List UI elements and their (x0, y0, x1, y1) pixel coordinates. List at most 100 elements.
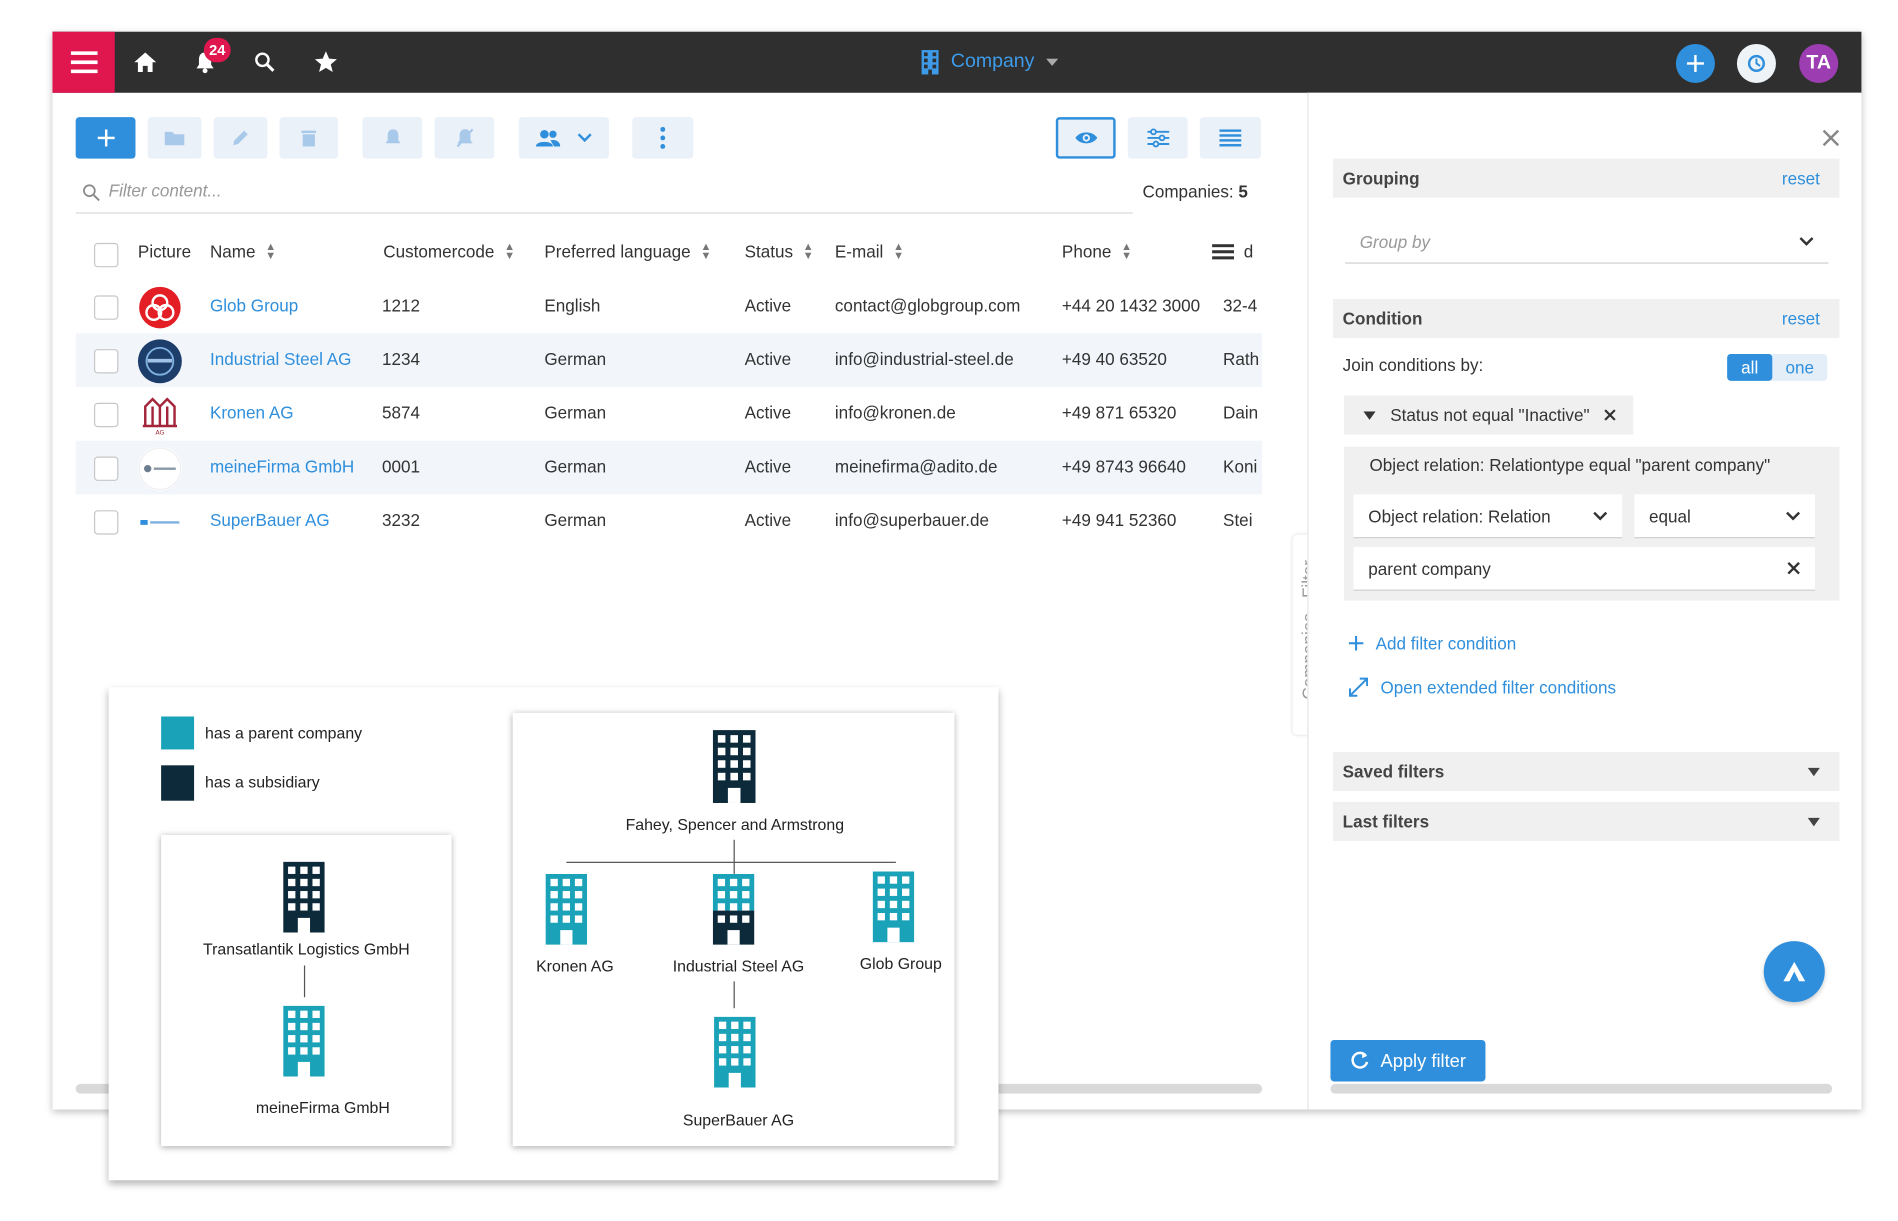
row-checkbox[interactable] (93, 295, 119, 320)
filter-input[interactable]: Filter content... (109, 181, 222, 201)
org-node-label: Industrial Steel AG (672, 956, 805, 976)
more-button[interactable] (632, 117, 694, 159)
connector-line (733, 839, 735, 862)
menu-button[interactable] (52, 31, 115, 93)
column-header-status[interactable]: Status ▲ ▼ (745, 241, 814, 261)
address: Dain (1223, 402, 1259, 423)
contacts-dropdown[interactable] (518, 117, 610, 159)
building-icon (712, 730, 756, 809)
operator-select-value: equal (1649, 505, 1691, 526)
row-checkbox[interactable] (93, 402, 119, 428)
star-icon[interactable] (312, 49, 339, 76)
operator-select[interactable]: equal (1634, 494, 1816, 539)
row-checkbox[interactable] (93, 510, 119, 535)
column-header-customercode[interactable]: Customercode ▲ ▼ (383, 241, 515, 262)
row-checkbox[interactable] (93, 349, 119, 374)
assistant-button[interactable] (1763, 941, 1825, 1003)
legend-label-parent: has a parent company (205, 723, 363, 743)
org-node-label: Fahey, Spencer and Armstrong (625, 815, 845, 834)
status: Active (744, 402, 792, 423)
phone: +49 8743 96640 (1061, 456, 1186, 477)
customer-code: 1212 (382, 295, 421, 315)
users-icon (535, 129, 561, 147)
column-label: E-mail (834, 241, 884, 262)
company-logo (137, 500, 182, 545)
column-header-picture[interactable]: Picture (138, 242, 191, 262)
value-input[interactable]: parent company (1353, 546, 1816, 591)
company-name-link[interactable]: meineFirma GmbH (210, 457, 354, 477)
sort-icon: ▲ ▼ (893, 240, 904, 262)
filter-settings-button[interactable] (1127, 117, 1188, 159)
user-avatar[interactable]: TA (1799, 43, 1839, 84)
customer-code: 3232 (382, 510, 421, 530)
apply-filter-label: Apply filter (1380, 1050, 1466, 1072)
search-icon[interactable] (251, 49, 278, 76)
column-menu[interactable]: d (1212, 241, 1254, 262)
sort-icon: ▲ ▼ (1121, 240, 1132, 262)
column-header-email[interactable]: E-mail ▲ ▼ (834, 240, 904, 262)
remove-icon[interactable] (1604, 409, 1616, 421)
close-icon[interactable] (1822, 129, 1840, 147)
column-menu-icon (1212, 243, 1235, 259)
company-name-link[interactable]: SuperBauer AG (210, 510, 330, 530)
company-name-link[interactable]: Industrial Steel AG (210, 349, 352, 369)
field-select-value: Object relation: Relation (1368, 505, 1551, 526)
condition-reset-link[interactable]: reset (1782, 309, 1820, 329)
delete-button[interactable] (279, 117, 339, 159)
apply-filter-button[interactable]: Apply filter (1330, 1039, 1486, 1082)
join-one-option[interactable]: one (1772, 354, 1827, 381)
context-switcher[interactable]: Company (921, 48, 1059, 77)
edit-button[interactable] (213, 117, 268, 159)
building-icon (712, 873, 755, 951)
column-header-phone[interactable]: Phone ▲ ▼ (1062, 240, 1132, 262)
row-checkbox[interactable] (93, 456, 119, 481)
join-all-option[interactable]: all (1727, 353, 1773, 381)
join-toggle[interactable]: all one (1727, 353, 1828, 381)
add-filter-condition-link[interactable]: Add filter condition (1348, 633, 1516, 653)
home-icon[interactable] (132, 49, 159, 76)
record-count: Companies: 5 (1142, 182, 1247, 202)
caret-down-icon (1807, 767, 1820, 776)
extended-filter-link[interactable]: Open extended filter conditions (1349, 677, 1616, 697)
column-header-name[interactable]: Name ▲ ▼ (210, 241, 276, 261)
view-toggle-button[interactable] (1055, 117, 1116, 159)
last-filters-section[interactable]: Last filters (1332, 801, 1840, 841)
sort-icon: ▲ ▼ (700, 240, 712, 262)
group-by-select[interactable]: Group by (1345, 219, 1829, 264)
chevron-down-icon (577, 133, 592, 143)
panel-scrollbar[interactable] (1330, 1083, 1833, 1094)
condition-title: Condition (1342, 308, 1423, 329)
column-label: Picture (137, 241, 192, 262)
org-card-right: Fahey, Spencer and Armstrong Kronen AG I… (512, 712, 955, 1147)
company-name-link[interactable]: Kronen AG (210, 403, 294, 423)
address: Rath (1223, 349, 1260, 369)
org-node-label: Transatlantik Logistics GmbH (203, 939, 410, 959)
column-label: d (1243, 241, 1254, 262)
unsubscribe-button[interactable] (434, 117, 495, 159)
column-label: Customercode (383, 241, 495, 262)
field-select[interactable]: Object relation: Relation (1353, 494, 1623, 539)
history-button[interactable] (1736, 43, 1776, 84)
condition-chip[interactable]: Status not equal "Inactive" (1343, 395, 1634, 435)
language: German (544, 402, 607, 423)
list-view-button[interactable] (1199, 117, 1261, 159)
open-button[interactable] (147, 117, 202, 159)
building-icon (921, 50, 939, 75)
company-name-link[interactable]: Glob Group (210, 295, 298, 315)
company-logo: AG (137, 393, 182, 437)
select-all-checkbox[interactable] (93, 242, 119, 268)
context-title: Company (950, 51, 1035, 73)
notification-badge: 24 (203, 37, 231, 63)
add-button[interactable] (75, 117, 136, 159)
pencil-icon (233, 130, 248, 146)
column-header-language[interactable]: Preferred language ▲ ▼ (544, 240, 712, 262)
create-button[interactable] (1675, 43, 1715, 84)
saved-filters-section[interactable]: Saved filters (1332, 751, 1840, 791)
chevron-down-icon (1786, 511, 1801, 520)
clear-icon[interactable] (1787, 561, 1800, 575)
grouping-reset-link[interactable]: reset (1782, 168, 1820, 188)
join-label: Join conditions by: (1342, 355, 1484, 375)
legend-swatch-subsidiary (161, 765, 195, 801)
subscribe-button[interactable] (362, 117, 423, 159)
bell-icon (384, 129, 400, 144)
